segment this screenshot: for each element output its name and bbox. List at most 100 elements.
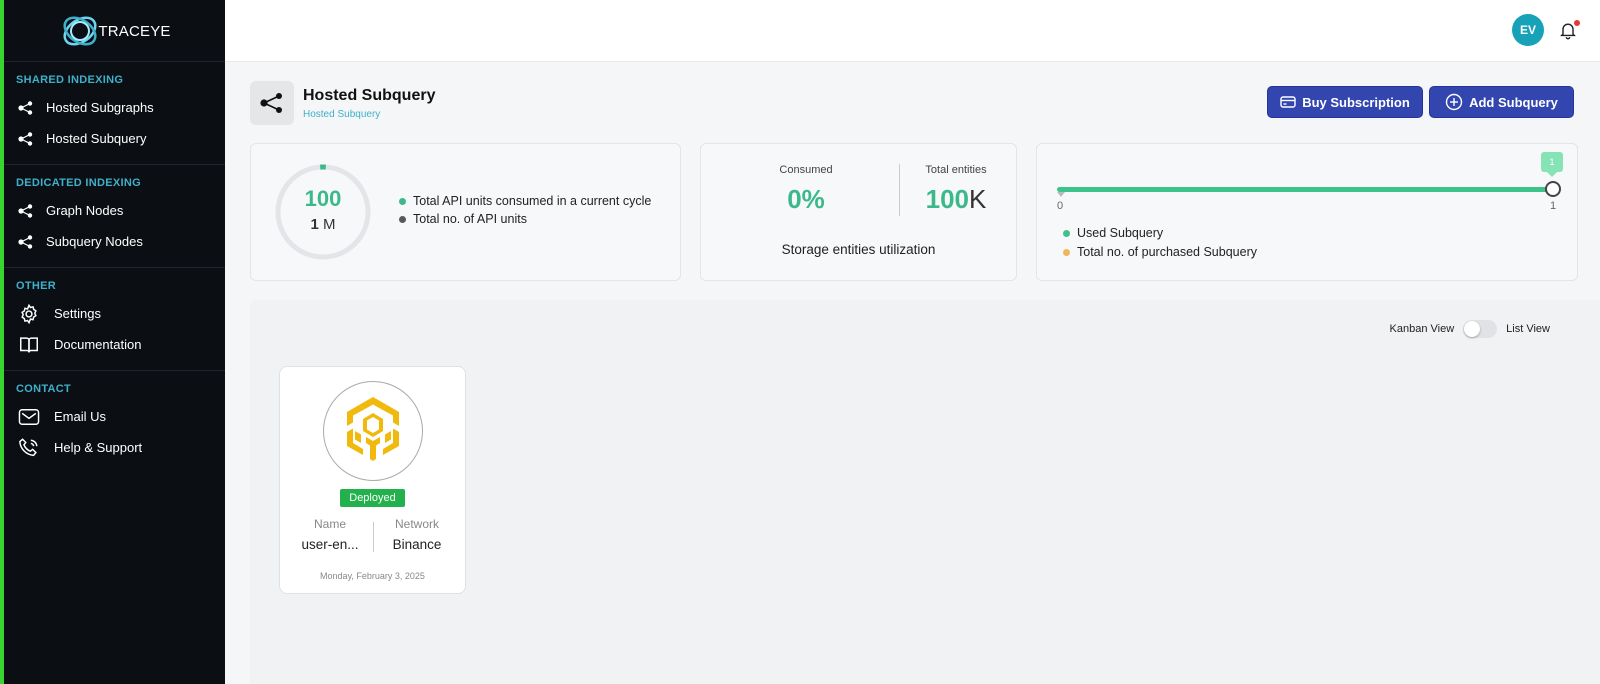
status-badge: Deployed xyxy=(340,489,405,507)
legend-dot-purchased xyxy=(1063,248,1070,256)
switch-knob xyxy=(1464,321,1481,337)
network-label: Network xyxy=(394,517,439,531)
page-header: Hosted Subquery Hosted Subquery xyxy=(250,81,435,125)
view-toggle: Kanban View List View xyxy=(1390,320,1550,338)
storage-total-number: 100 xyxy=(925,184,970,214)
legend-consumed: Total API units consumed in a current cy… xyxy=(399,194,651,208)
sidebar-section-shared: SHARED INDEXING Hosted Subgraphs Hosted … xyxy=(4,62,225,165)
sidebar-item-subquery-nodes[interactable]: Subquery Nodes xyxy=(4,226,225,257)
sidebar-item-email-us[interactable]: Email Us xyxy=(4,401,225,432)
api-consumed-value: 100 xyxy=(304,186,342,211)
sidebar: TRACEYE SHARED INDEXING Hosted Subgraphs… xyxy=(0,0,225,684)
sidebar-item-hosted-subgraphs[interactable]: Hosted Subgraphs xyxy=(4,92,225,123)
ring-track xyxy=(275,164,371,260)
sidebar-heading: SHARED INDEXING xyxy=(16,74,124,86)
sidebar-heading: CONTACT xyxy=(16,383,72,395)
kanban-view-label[interactable]: Kanban View xyxy=(1390,323,1455,335)
list-view-label[interactable]: List View xyxy=(1506,323,1550,335)
storage-consumed: Consumed 0% xyxy=(736,164,876,215)
brand-logo[interactable]: TRACEYE xyxy=(4,0,225,62)
storage-total-value: 100K xyxy=(886,184,1026,215)
add-subquery-label: Add Subquery xyxy=(1469,94,1558,110)
sidebar-item-label: Subquery Nodes xyxy=(46,234,143,249)
subquery-card[interactable]: Deployed Name user-en... Network Binance… xyxy=(279,366,466,594)
slider-max-label: 1 xyxy=(1550,200,1557,212)
slider-track xyxy=(1057,187,1552,192)
sidebar-section-other: OTHER Settings Documentation xyxy=(4,268,225,371)
mail-icon xyxy=(18,407,48,427)
api-usage-ring xyxy=(275,164,371,260)
storage-consumed-label: Consumed xyxy=(779,164,833,176)
divider xyxy=(373,522,374,552)
api-total-value: 1 M xyxy=(273,216,373,233)
api-total-number: 1 xyxy=(310,216,319,233)
sidebar-item-label: Hosted Subgraphs xyxy=(46,100,154,115)
sidebar-item-hosted-subquery[interactable]: Hosted Subquery xyxy=(4,123,225,154)
sidebar-item-label: Help & Support xyxy=(54,440,143,455)
binance-logo xyxy=(323,381,423,481)
legend-purchased: Total no. of purchased Subquery xyxy=(1063,245,1257,259)
topbar: EV xyxy=(225,0,1600,62)
storage-caption: Storage entities utilization xyxy=(781,242,936,257)
legend-label: Total no. of API units xyxy=(413,212,527,226)
view-switch[interactable] xyxy=(1463,320,1498,338)
subquery-usage-card: 1 0 1 Used Subquery Total no. of purchas… xyxy=(1036,143,1578,281)
sidebar-item-documentation[interactable]: Documentation xyxy=(4,329,225,360)
storage-total: Total entities 100K xyxy=(886,164,1026,215)
subquery-list-panel: Kanban View List View Deployed Name user… xyxy=(250,300,1600,684)
book-icon xyxy=(18,334,48,356)
sidebar-item-graph-nodes[interactable]: Graph Nodes xyxy=(4,195,225,226)
sidebar-item-label: Email Us xyxy=(54,409,107,424)
sidebar-item-settings[interactable]: Settings xyxy=(4,298,225,329)
sidebar-item-label: Settings xyxy=(54,306,101,321)
slider-min-marker xyxy=(1057,192,1065,197)
storage-card: Consumed 0% Total entities 100K Storage … xyxy=(700,143,1017,281)
slider-min-label: 0 xyxy=(1057,200,1064,212)
created-date: Monday, February 3, 2025 xyxy=(320,571,425,581)
sidebar-item-label: Hosted Subquery xyxy=(46,131,147,146)
legend-dot-consumed xyxy=(399,197,406,205)
notification-dot xyxy=(1574,20,1580,26)
api-total-unit: M xyxy=(323,216,336,233)
sidebar-item-label: Graph Nodes xyxy=(46,203,124,218)
buy-subscription-label: Buy Subscription xyxy=(1302,94,1410,110)
sidebar-heading: DEDICATED INDEXING xyxy=(16,177,141,189)
storage-total-unit: K xyxy=(969,184,987,214)
subquery-network: Network Binance xyxy=(377,517,457,552)
phone-icon xyxy=(18,437,48,459)
slider-thumb[interactable] xyxy=(1545,181,1561,197)
legend-label: Total no. of purchased Subquery xyxy=(1077,245,1257,259)
network-value: Binance xyxy=(392,537,442,552)
add-subquery-button[interactable]: Add Subquery xyxy=(1429,86,1574,118)
plus-circle-icon xyxy=(1445,93,1463,111)
api-usage-card: 100 1 M Total API units consumed in a cu… xyxy=(250,143,681,281)
legend-label: Total API units consumed in a current cy… xyxy=(413,194,652,208)
sidebar-item-label: Documentation xyxy=(54,337,142,352)
nodes-icon xyxy=(18,234,40,249)
legend-label: Used Subquery xyxy=(1077,226,1164,240)
avatar[interactable]: EV xyxy=(1512,14,1544,46)
storage-consumed-value: 0% xyxy=(787,184,825,214)
nodes-icon xyxy=(250,81,294,125)
page-title: Hosted Subquery xyxy=(303,86,436,104)
legend-total: Total no. of API units xyxy=(399,212,527,226)
traceye-logo-icon xyxy=(63,15,97,46)
subquery-name: Name user-en... xyxy=(290,517,370,552)
buy-subscription-button[interactable]: Buy Subscription xyxy=(1267,86,1423,118)
gear-icon xyxy=(18,303,48,325)
slider-tooltip: 1 xyxy=(1541,152,1563,177)
legend-used: Used Subquery xyxy=(1063,226,1163,240)
binance-logo-icon xyxy=(347,397,399,461)
nodes-icon xyxy=(18,100,40,115)
brand-name: TRACEYE xyxy=(98,23,171,40)
sidebar-section-dedicated: DEDICATED INDEXING Graph Nodes Subquery … xyxy=(4,165,225,268)
breadcrumb[interactable]: Hosted Subquery xyxy=(303,109,435,120)
storage-total-label: Total entities xyxy=(925,164,987,176)
legend-dot-total xyxy=(399,215,406,223)
sidebar-item-help-support[interactable]: Help & Support xyxy=(4,432,225,463)
name-value: user-en... xyxy=(301,537,359,552)
sidebar-section-contact: CONTACT Email Us Help & Support xyxy=(4,371,225,473)
sidebar-heading: OTHER xyxy=(16,280,56,292)
card-icon xyxy=(1280,96,1296,108)
name-label: Name xyxy=(313,517,346,531)
